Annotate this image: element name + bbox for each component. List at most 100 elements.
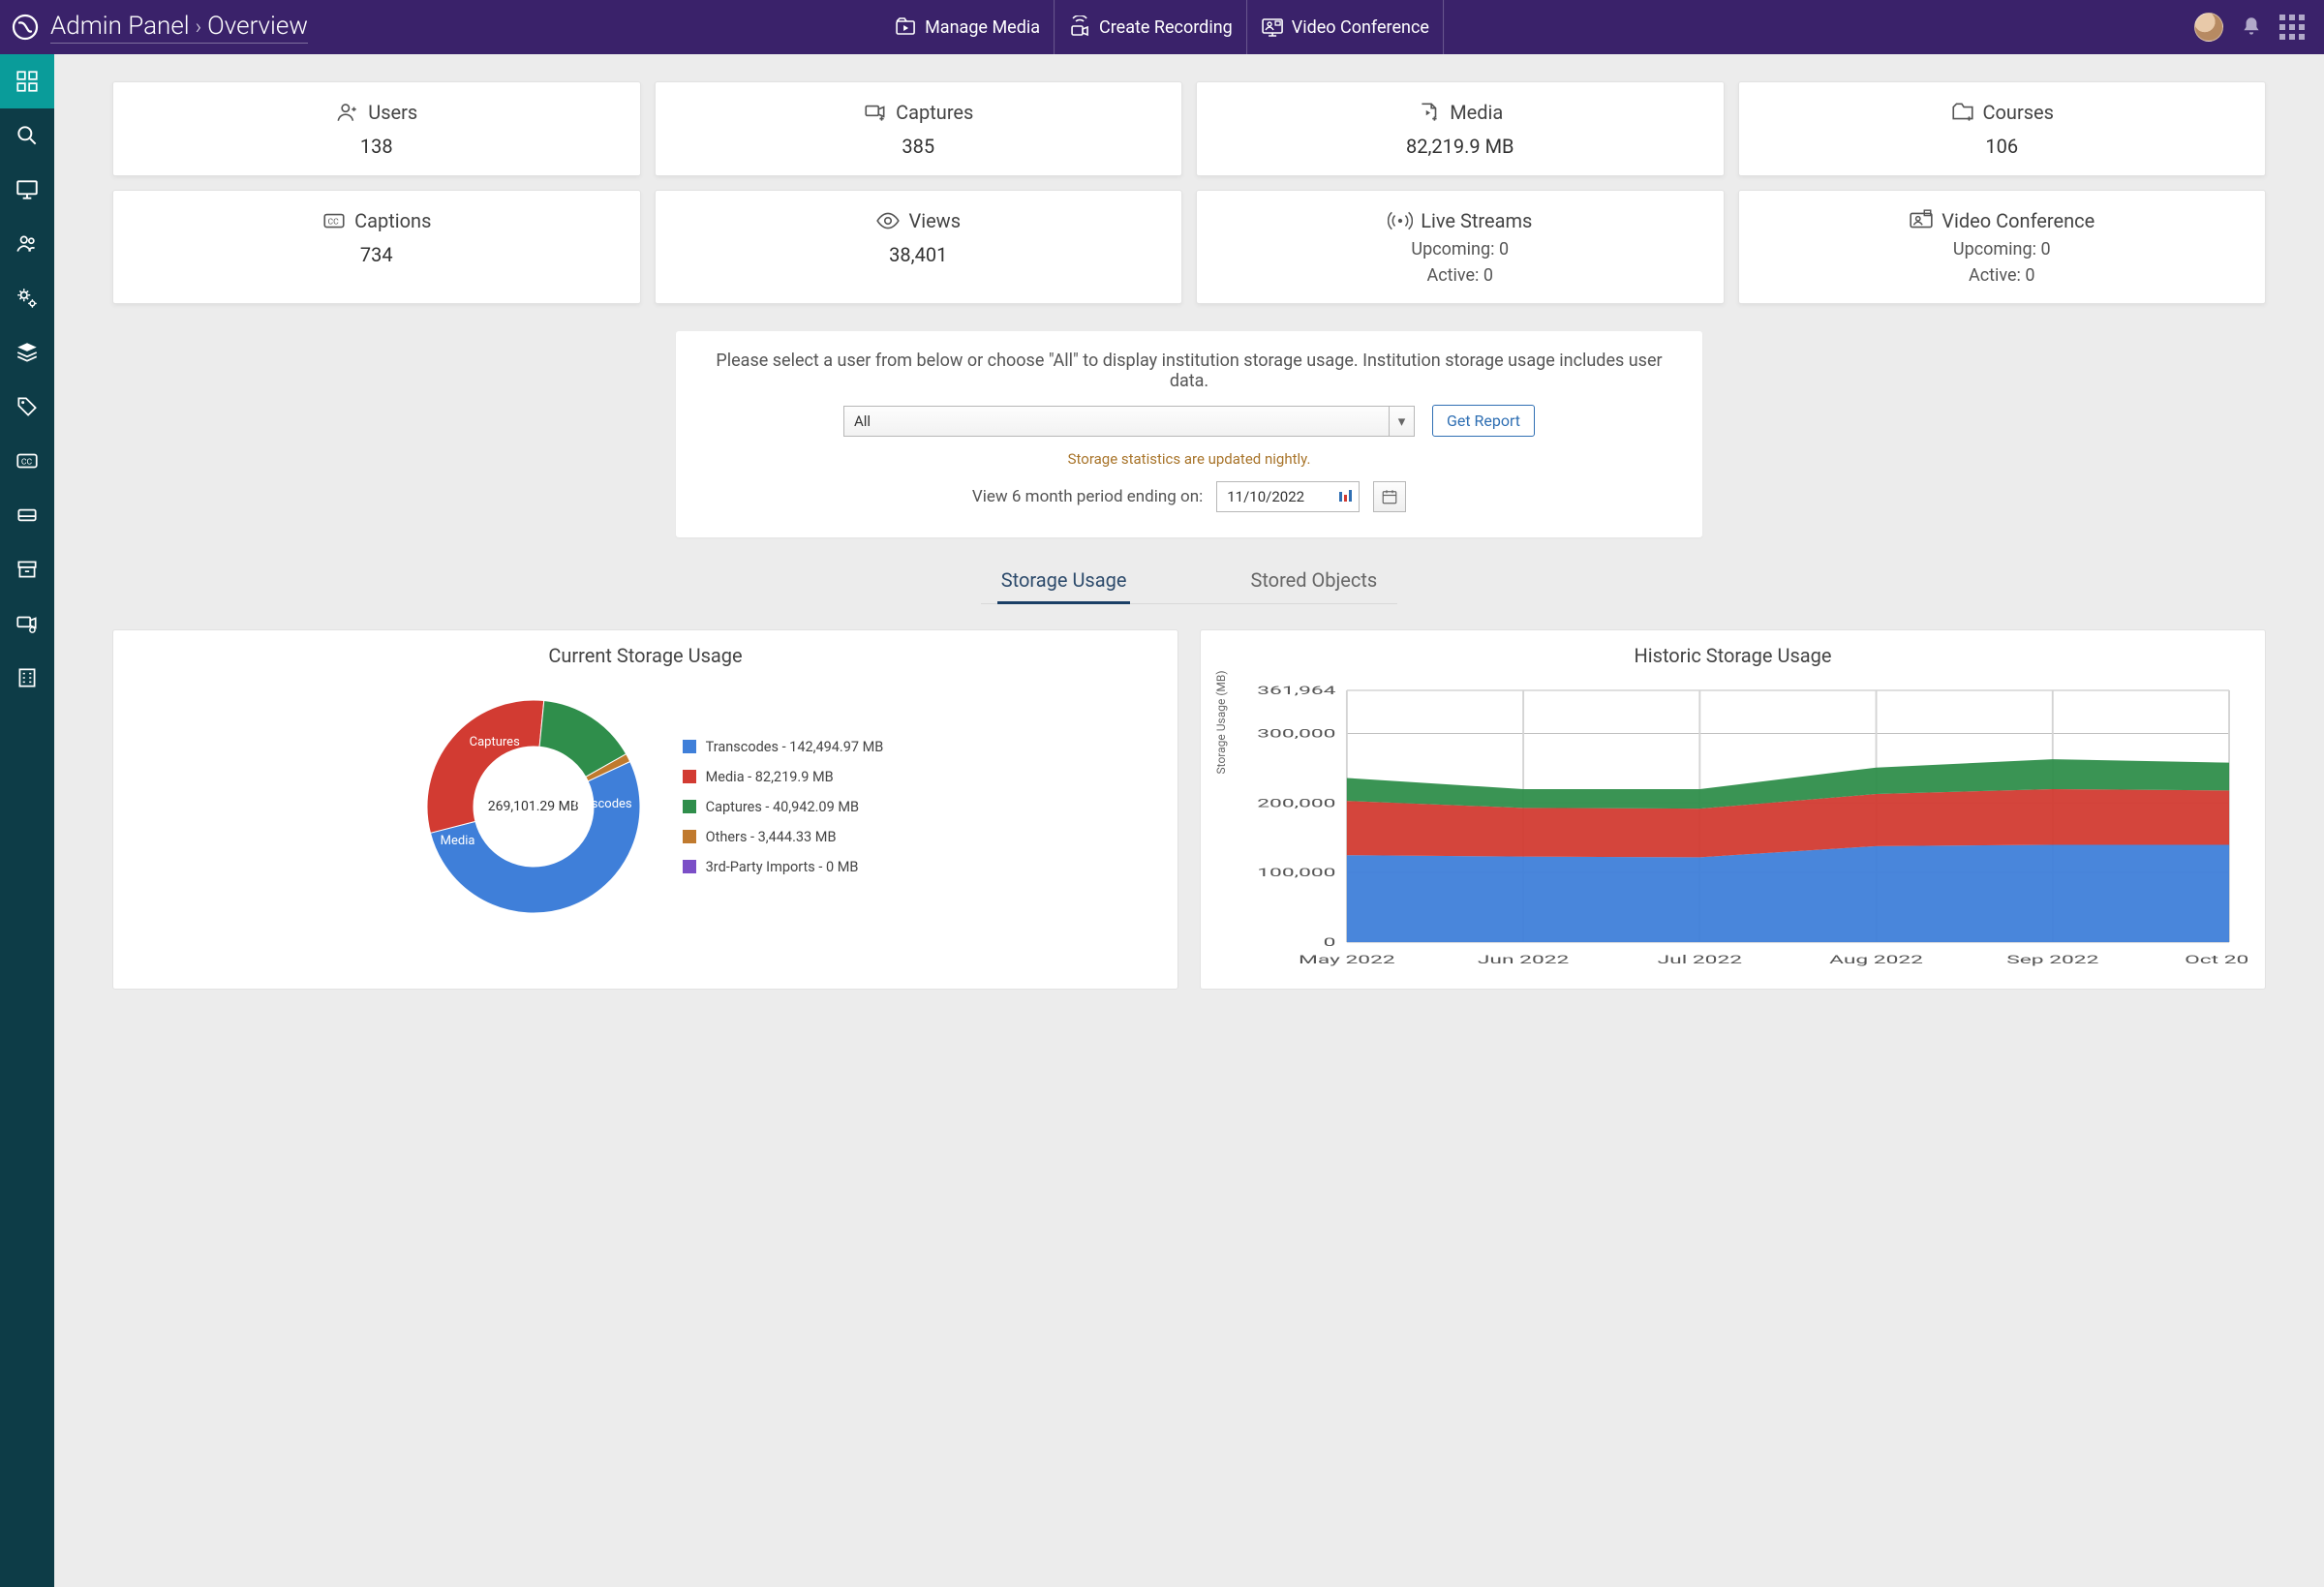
tag-icon	[15, 394, 40, 419]
monitor-icon	[15, 177, 40, 202]
kpi-label: Users	[368, 101, 417, 124]
nav-label: Video Conference	[1292, 17, 1429, 38]
kpi-value: 385	[665, 135, 1173, 158]
rail-tag[interactable]	[0, 380, 54, 434]
filter-panel: Please select a user from below or choos…	[676, 331, 1702, 537]
rail-recorder[interactable]	[0, 596, 54, 651]
svg-text:300,000: 300,000	[1257, 727, 1335, 741]
donut-chart[interactable]: 269,101.29 MB Transcodes Media Captures	[408, 681, 659, 932]
legend-item[interactable]: Transcodes - 142,494.97 MB	[683, 739, 884, 755]
kpi-sub-upcoming: Upcoming: 0	[1749, 239, 2256, 259]
nav-video-conference[interactable]: Video Conference	[1246, 0, 1444, 54]
dashboard-icon	[15, 69, 40, 94]
kpi-sub-active: Active: 0	[1207, 265, 1714, 286]
video-conference-icon	[1909, 208, 1934, 233]
kpi-label: Captures	[896, 101, 973, 124]
user-select[interactable]: All ▾	[843, 406, 1415, 437]
kpi-courses[interactable]: Courses 106	[1738, 81, 2267, 176]
y-axis-label: Storage Usage (MB)	[1214, 670, 1228, 774]
kpi-captures[interactable]: Captures 385	[655, 81, 1183, 176]
avatar[interactable]	[2194, 13, 2223, 42]
nav-label: Manage Media	[925, 17, 1040, 38]
rail-archive[interactable]	[0, 542, 54, 596]
chart-current-storage: Current Storage Usage 269,101.29 MB Tran…	[112, 629, 1178, 990]
media-plus-icon	[1417, 100, 1442, 125]
breadcrumb-page: Overview	[207, 12, 308, 41]
legend-item[interactable]: Captures - 40,942.09 MB	[683, 799, 884, 815]
chevron-right-icon: ›	[196, 15, 202, 40]
nav-manage-media[interactable]: Manage Media	[880, 0, 1054, 54]
kpi-users[interactable]: Users 138	[112, 81, 641, 176]
legend-swatch	[683, 800, 696, 813]
kpi-media[interactable]: Media 82,219.9 MB	[1196, 81, 1725, 176]
kpi-value: 106	[1749, 135, 2256, 158]
svg-text:CC: CC	[21, 457, 33, 467]
archive-icon	[15, 557, 40, 582]
kpi-captions[interactable]: CCCaptions 734	[112, 190, 641, 304]
kpi-sub-upcoming: Upcoming: 0	[1207, 239, 1714, 259]
tab-storage-usage[interactable]: Storage Usage	[997, 563, 1131, 604]
chart-title: Historic Storage Usage	[1218, 644, 2248, 667]
rail-search[interactable]	[0, 108, 54, 163]
breadcrumb-root: Admin Panel	[50, 12, 190, 41]
kpi-label: Views	[908, 209, 961, 232]
legend-item[interactable]: Others - 3,444.33 MB	[683, 829, 884, 845]
date-value: 11/10/2022	[1217, 488, 1331, 505]
filter-warn: Storage statistics are updated nightly.	[705, 450, 1673, 468]
kpi-label: Captions	[354, 209, 431, 232]
nav-label: Create Recording	[1099, 17, 1233, 38]
filter-hint: Please select a user from below or choos…	[705, 351, 1673, 391]
rail-device[interactable]	[0, 488, 54, 542]
device-icon	[15, 503, 40, 528]
date-input[interactable]: 11/10/2022	[1216, 481, 1360, 512]
svg-text:Jul 2022: Jul 2022	[1658, 953, 1742, 966]
rail-overview[interactable]	[0, 54, 54, 108]
kpi-grid: Users 138 Captures 385 Media 82,219.9 MB…	[112, 81, 2266, 304]
filter-row: All ▾ Get Report	[705, 405, 1673, 437]
legend-label: Captures - 40,942.09 MB	[706, 799, 859, 815]
legend-item[interactable]: 3rd-Party Imports - 0 MB	[683, 859, 884, 875]
rail-captions[interactable]: CC	[0, 434, 54, 488]
kpi-value: 138	[123, 135, 630, 158]
gears-icon	[15, 286, 40, 311]
legend-label: Media - 82,219.9 MB	[706, 769, 834, 785]
rail-institution[interactable]	[0, 651, 54, 705]
svg-text:Sep 2022: Sep 2022	[2006, 953, 2098, 966]
topbar: Admin Panel › Overview Manage Media Crea…	[0, 0, 2324, 54]
breadcrumb[interactable]: Admin Panel › Overview	[50, 12, 308, 44]
get-report-button[interactable]: Get Report	[1432, 405, 1535, 437]
rail-users[interactable]	[0, 217, 54, 271]
layers-icon	[15, 340, 40, 365]
kpi-sub-active: Active: 0	[1749, 265, 2256, 286]
bell-icon[interactable]	[2239, 15, 2264, 40]
legend-item[interactable]: Media - 82,219.9 MB	[683, 769, 884, 785]
kpi-label: Live Streams	[1421, 209, 1532, 232]
kpi-value: 734	[123, 243, 630, 266]
kpi-value: 38,401	[665, 243, 1173, 266]
legend-swatch	[683, 830, 696, 843]
svg-text:Oct 2022: Oct 2022	[2185, 953, 2248, 966]
area-chart[interactable]: Storage Usage (MB) 0100,000200,000300,00…	[1218, 681, 2248, 971]
rail-layers[interactable]	[0, 325, 54, 380]
rail-settings[interactable]	[0, 271, 54, 325]
legend-swatch	[683, 740, 696, 753]
nav-create-recording[interactable]: Create Recording	[1054, 0, 1246, 54]
tab-stored-objects[interactable]: Stored Objects	[1246, 563, 1381, 603]
folder-plus-icon	[1950, 100, 1975, 125]
kpi-views[interactable]: Views 38,401	[655, 190, 1183, 304]
calendar-button[interactable]	[1373, 481, 1406, 512]
period-label: View 6 month period ending on:	[972, 487, 1203, 506]
kpi-value: 82,219.9 MB	[1207, 135, 1714, 158]
media-folder-icon	[894, 15, 917, 39]
kpi-live-streams[interactable]: Live Streams Upcoming: 0 Active: 0	[1196, 190, 1725, 304]
building-icon	[15, 665, 40, 690]
apps-icon[interactable]	[2279, 15, 2305, 40]
kpi-video-conf[interactable]: Video Conference Upcoming: 0 Active: 0	[1738, 190, 2267, 304]
camera-plus-icon	[863, 100, 888, 125]
app-logo-icon[interactable]	[8, 10, 43, 45]
search-icon	[15, 123, 40, 148]
rail-monitor[interactable]	[0, 163, 54, 217]
calendar-icon	[1381, 488, 1398, 505]
legend-swatch	[683, 770, 696, 783]
date-row: View 6 month period ending on: 11/10/202…	[705, 481, 1673, 512]
